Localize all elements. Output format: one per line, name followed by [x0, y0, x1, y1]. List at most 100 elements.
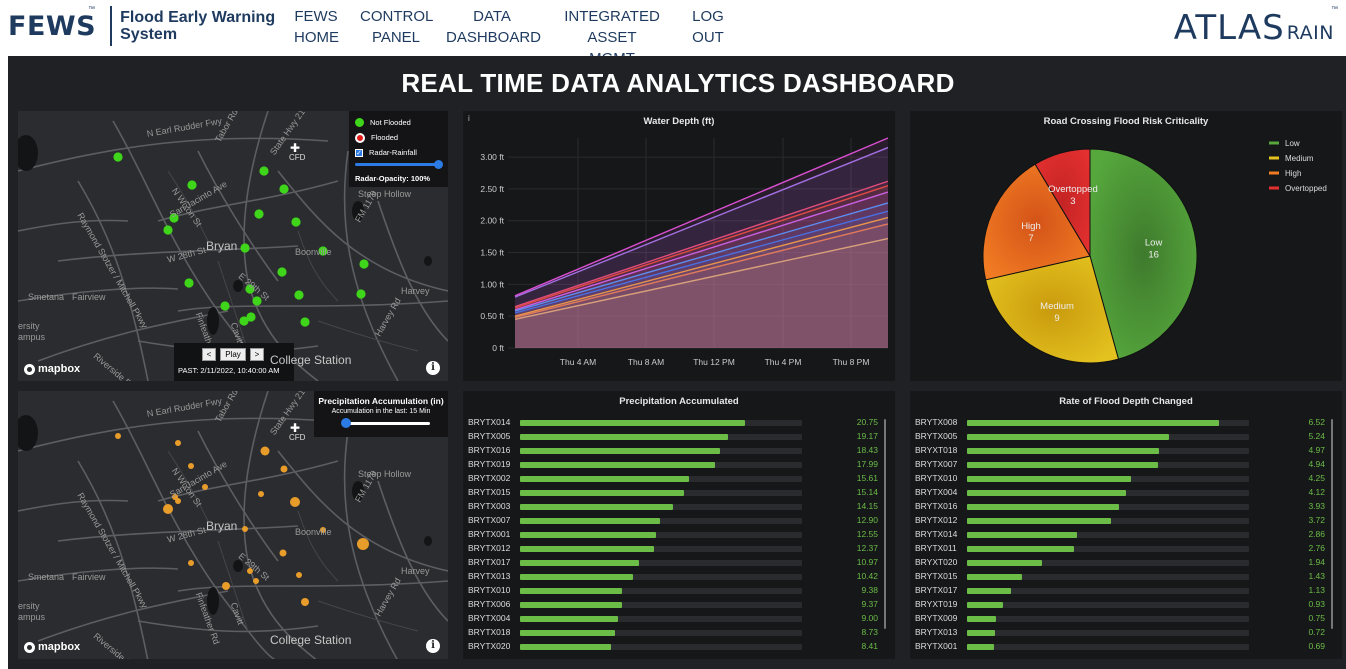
- sensor-marker[interactable]: [253, 578, 259, 584]
- sensor-marker[interactable]: [163, 225, 173, 235]
- nav-control-panel[interactable]: CONTROL PANEL: [360, 6, 433, 48]
- accumulation-slider[interactable]: [318, 418, 444, 428]
- bar-row[interactable]: BRYTX013 10.42: [463, 570, 895, 584]
- bar-row[interactable]: BRYTX016 18.43: [463, 444, 895, 458]
- legend-label[interactable]: Overtopped: [1285, 184, 1327, 193]
- play-button[interactable]: Play: [220, 348, 246, 361]
- prev-frame-button[interactable]: <: [202, 348, 216, 361]
- bar-row[interactable]: BRYTX002 15.61: [463, 472, 895, 486]
- sensor-marker[interactable]: [254, 209, 264, 219]
- radar-rainfall-checkbox[interactable]: ✓: [355, 148, 363, 157]
- sensor-marker[interactable]: [202, 484, 208, 490]
- sensor-marker[interactable]: [188, 560, 194, 566]
- bar-row[interactable]: BRYTX017 1.13: [910, 584, 1342, 598]
- sensor-marker[interactable]: [279, 184, 289, 194]
- bar-row[interactable]: BRYTX018 8.73: [463, 626, 895, 640]
- sensor-marker[interactable]: [175, 440, 181, 446]
- sensor-marker[interactable]: [259, 166, 269, 176]
- bar-row[interactable]: BRYTX019 17.99: [463, 458, 895, 472]
- bar-row[interactable]: BRYTX001 0.69: [910, 640, 1342, 654]
- sensor-marker[interactable]: [357, 538, 369, 550]
- sensor-marker[interactable]: [294, 290, 304, 300]
- sensor-marker[interactable]: [300, 317, 310, 327]
- sensor-marker[interactable]: [113, 152, 123, 162]
- bar-fill: [520, 644, 611, 650]
- bar-row[interactable]: BRYTX015 15.14: [463, 486, 895, 500]
- sensor-marker[interactable]: [279, 549, 287, 557]
- nav-fews-home[interactable]: FEWS HOME: [294, 6, 339, 48]
- bar-row[interactable]: BRYTX010 4.25: [910, 472, 1342, 486]
- bar-station-label: BRYTX014: [468, 417, 511, 427]
- bar-row[interactable]: BRYTX001 12.55: [463, 528, 895, 542]
- sensor-marker[interactable]: [220, 301, 230, 311]
- mapbox-attribution[interactable]: mapbox: [24, 641, 80, 653]
- sensor-marker[interactable]: [242, 526, 248, 532]
- nav-log-out[interactable]: LOG OUT: [690, 6, 726, 48]
- sensor-marker[interactable]: [356, 289, 366, 299]
- bar-row[interactable]: BRYTX015 1.43: [910, 570, 1342, 584]
- bar-row[interactable]: BRYTX004 4.12: [910, 486, 1342, 500]
- map-info-icon[interactable]: i: [426, 639, 440, 653]
- sensor-marker[interactable]: [187, 180, 197, 190]
- mapbox-attribution[interactable]: mapbox: [24, 363, 80, 375]
- sensor-marker[interactable]: [301, 598, 309, 606]
- bar-row[interactable]: BRYTX005 19.17: [463, 430, 895, 444]
- radar-rainfall-toggle[interactable]: ✓ Radar-Rainfall: [355, 145, 442, 160]
- sensor-marker[interactable]: [258, 491, 264, 497]
- precipitation-map[interactable]: N Earl Rudder Fwy Tabor Rd State Hwy 21 ES…: [18, 391, 448, 659]
- bar-station-label: BRYTX007: [468, 515, 511, 525]
- sensor-marker[interactable]: [115, 433, 121, 439]
- bar-row[interactable]: BRYXT019 0.93: [910, 598, 1342, 612]
- bar-fill: [520, 420, 745, 426]
- bar-row[interactable]: BRYXT018 4.97: [910, 444, 1342, 458]
- sensor-marker[interactable]: [222, 582, 230, 590]
- bar-row[interactable]: BRYTX010 9.38: [463, 584, 895, 598]
- bar-row[interactable]: BRYTX014 20.75: [463, 416, 895, 430]
- sensor-marker[interactable]: [290, 497, 300, 507]
- bar-row[interactable]: BRYTX013 0.72: [910, 626, 1342, 640]
- sensor-marker[interactable]: [280, 465, 288, 473]
- bar-row[interactable]: BRYTX012 3.72: [910, 514, 1342, 528]
- bar-row[interactable]: BRYTX011 2.76: [910, 542, 1342, 556]
- sensor-marker[interactable]: [246, 312, 256, 322]
- legend-swatch: [1269, 171, 1279, 175]
- sensor-marker[interactable]: [188, 463, 194, 469]
- bar-row[interactable]: BRYTX020 8.41: [463, 640, 895, 654]
- legend-label[interactable]: Medium: [1285, 154, 1314, 163]
- nav-data-dashboard[interactable]: DATA DASHBOARD: [446, 6, 541, 48]
- radar-opacity-slider[interactable]: [355, 160, 443, 170]
- sensor-marker[interactable]: [291, 217, 301, 227]
- bar-row[interactable]: BRYTX005 5.24: [910, 430, 1342, 444]
- flood-status-map[interactable]: N Earl Rudder Fwy Tabor Rd State Hwy 21 ES…: [18, 111, 448, 381]
- bar-row[interactable]: BRYTX006 9.37: [463, 598, 895, 612]
- sensor-marker[interactable]: [296, 572, 302, 578]
- sensor-marker[interactable]: [240, 243, 250, 253]
- bar-value: 4.12: [1308, 487, 1325, 497]
- bar-row[interactable]: BRYTX003 14.15: [463, 500, 895, 514]
- bar-track: [967, 490, 1249, 496]
- bar-row[interactable]: BRYXT020 1.94: [910, 556, 1342, 570]
- sensor-marker[interactable]: [277, 267, 287, 277]
- bar-row[interactable]: BRYTX012 12.37: [463, 542, 895, 556]
- bar-row[interactable]: BRYTX017 10.97: [463, 556, 895, 570]
- slider-thumb[interactable]: [341, 418, 351, 428]
- bar-row[interactable]: BRYTX004 9.00: [463, 612, 895, 626]
- sensor-marker[interactable]: [175, 498, 181, 504]
- fews-logo[interactable]: FEWS ™ Flood Early Warning System: [8, 6, 275, 46]
- legend-label[interactable]: Low: [1285, 139, 1300, 148]
- sensor-marker[interactable]: [260, 446, 270, 456]
- bar-row[interactable]: BRYTX009 0.75: [910, 612, 1342, 626]
- next-frame-button[interactable]: >: [250, 348, 264, 361]
- bar-row[interactable]: BRYTX014 2.86: [910, 528, 1342, 542]
- bar-row[interactable]: BRYTX016 3.93: [910, 500, 1342, 514]
- bar-row[interactable]: BRYTX007 4.94: [910, 458, 1342, 472]
- sensor-marker[interactable]: [184, 278, 194, 288]
- map-info-icon[interactable]: i: [426, 361, 440, 375]
- bar-row[interactable]: BRYTX007 12.90: [463, 514, 895, 528]
- y-tick-label: 1.00 ft: [480, 279, 504, 289]
- bar-row[interactable]: BRYTX008 6.52: [910, 416, 1342, 430]
- sensor-marker[interactable]: [359, 259, 369, 269]
- slider-thumb[interactable]: [434, 160, 443, 169]
- sensor-marker[interactable]: [163, 504, 173, 514]
- legend-label[interactable]: High: [1285, 169, 1301, 178]
